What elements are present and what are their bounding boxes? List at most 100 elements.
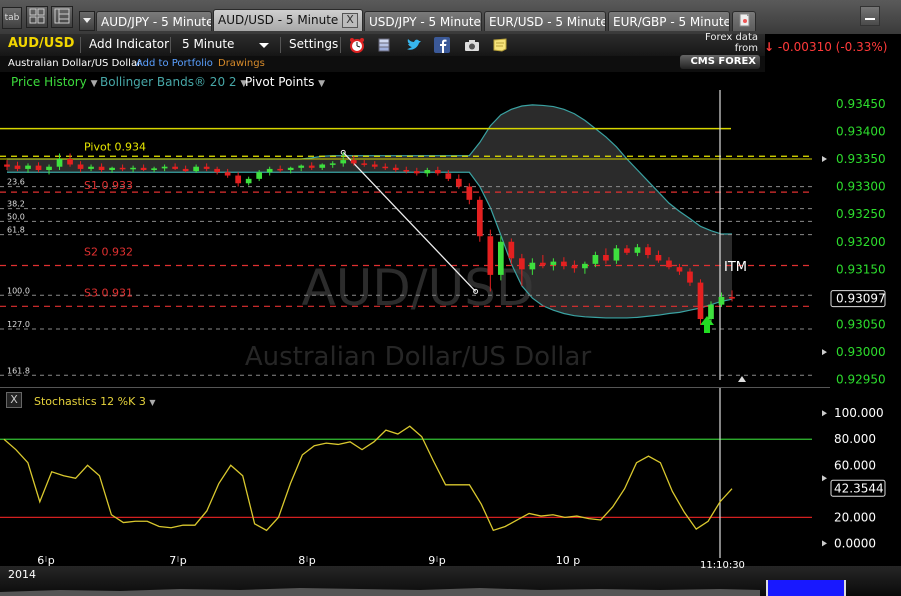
candle [287,167,294,171]
candle [529,262,536,270]
candle [476,199,483,237]
scroll-marker-icon[interactable] [738,376,746,382]
new-tab-icon [739,13,750,27]
candle [508,241,515,259]
candle [666,260,672,268]
stack-icon[interactable] [376,37,392,53]
tab-usd-jpy[interactable]: USD/JPY - 5 Minute [364,11,482,31]
tab-eur-gbp[interactable]: EUR/GBP - 5 Minute [608,11,730,31]
tab-label: EUR/USD - 5 Minute [489,15,606,29]
candle [718,296,725,305]
minimize-icon [865,18,875,20]
candle [277,168,284,171]
navigator-range-handle[interactable] [766,580,846,596]
tab-list-button[interactable]: tab [2,7,22,29]
toolbar-divider [170,37,171,53]
bollinger-toggle[interactable]: Bollinger Bands® 20 2 ▼ [100,75,247,89]
candle [298,165,305,168]
note-icon[interactable] [492,38,508,52]
new-tab-button[interactable] [732,11,756,31]
candle [161,166,168,169]
candle [371,164,378,167]
price-history-toggle[interactable]: Price History ▼ [11,75,98,89]
tab-aud-usd[interactable]: AUD/USD - 5 Minute X [213,9,363,31]
candle [140,167,147,171]
pivot-points-toggle[interactable]: Pivot Points ▼ [245,75,325,89]
y-tick-label: 100.000 [834,406,884,420]
fib-label: 50.0 [7,212,25,221]
y-tick-label: 80.000 [834,432,876,446]
stochastics-chart[interactable]: 100.00080.00060.00040.00020.0000.000042.… [0,388,901,566]
candle [571,266,578,269]
y-tick-label: 20.000 [834,510,876,524]
itm-annotation: ITM [724,260,747,275]
price-chart[interactable]: AUD/USD Australian Dollar/US Dollar 23.6… [0,90,901,390]
candle [434,170,441,174]
candle [98,166,105,171]
candle [676,267,683,272]
fib-label: 127.0 [7,320,30,329]
minimize-window-button[interactable] [860,6,880,26]
alarm-clock-icon[interactable] [348,37,366,53]
candle [46,166,52,171]
data-provider-logo: Forex data from CMS FOREX [680,32,760,69]
y-tick-label: 0.93300 [836,180,886,194]
chart-toolbar: AUD/USD Add Indicator 5 Minute Settings [0,34,765,56]
tab-eur-usd[interactable]: EUR/USD - 5 Minute [484,11,606,31]
fib-label: 100.0 [7,286,30,295]
tab-aud-jpy[interactable]: AUD/JPY - 5 Minute [96,11,212,31]
add-indicator-button[interactable]: Add Indicator [89,37,169,51]
y-tick-label: 0.93400 [836,124,886,138]
axis-marker-icon [822,540,827,547]
interval-dropdown-icon[interactable] [258,41,270,50]
candle [172,166,178,169]
chevron-down-icon: ▼ [90,79,98,89]
change-percent: (-0.33%) [835,40,888,54]
candle [413,171,420,174]
camera-icon[interactable] [463,38,481,52]
stochastics-toggle[interactable]: Stochastics 12 %K 3 ▼ [34,395,155,408]
chevron-down-icon: ▼ [149,398,156,407]
candle [14,165,21,169]
twitter-icon[interactable] [405,37,423,53]
candle [56,158,63,167]
settings-button[interactable]: Settings [289,37,338,51]
navigator-right-handle[interactable] [844,580,846,596]
candle [624,248,630,253]
facebook-icon[interactable] [434,37,450,53]
candle [214,168,220,173]
candle [130,167,136,170]
drawings-link[interactable]: Drawings [218,58,265,69]
list-layout-icon[interactable] [51,6,73,28]
y-tick-label: 0.92950 [836,373,886,387]
provider-caption: Forex data from [704,32,758,54]
close-panel-icon[interactable]: X [6,392,22,408]
time-navigator[interactable]: 2014 [0,566,901,596]
pivot-label: S2 0.932 [84,245,133,258]
candle [256,172,263,179]
pivot-label: S3 0.931 [84,287,133,300]
tab-dropdown-icon[interactable] [79,11,95,31]
close-tab-icon[interactable]: X [342,13,358,28]
toolbar-divider [340,37,341,53]
candle [203,166,210,169]
axis-marker-icon [822,410,827,417]
candle [487,236,494,275]
x-tick-label: 6 p [37,554,54,566]
x-tick-label: 7 p [169,554,186,566]
interval-select[interactable]: 5 Minute [182,37,234,51]
grid-layout-icon[interactable] [26,6,48,28]
fib-label: 61.8 [7,226,25,235]
x-tick-label: 9 p [428,554,445,566]
candle [403,170,410,172]
candle [245,178,252,184]
add-to-portfolio-link[interactable]: Add to Portfolio [136,58,213,69]
chevron-down-icon: ▼ [318,79,326,89]
candle [645,247,651,256]
candle [25,165,31,169]
navigator-left-handle[interactable] [766,580,768,596]
price-history-label: Price History [11,75,87,89]
pivot-label: Pivot 0.934 [84,140,146,153]
pivot-label: S1 0.933 [84,179,133,192]
y-tick-label: 0.93250 [836,207,886,221]
